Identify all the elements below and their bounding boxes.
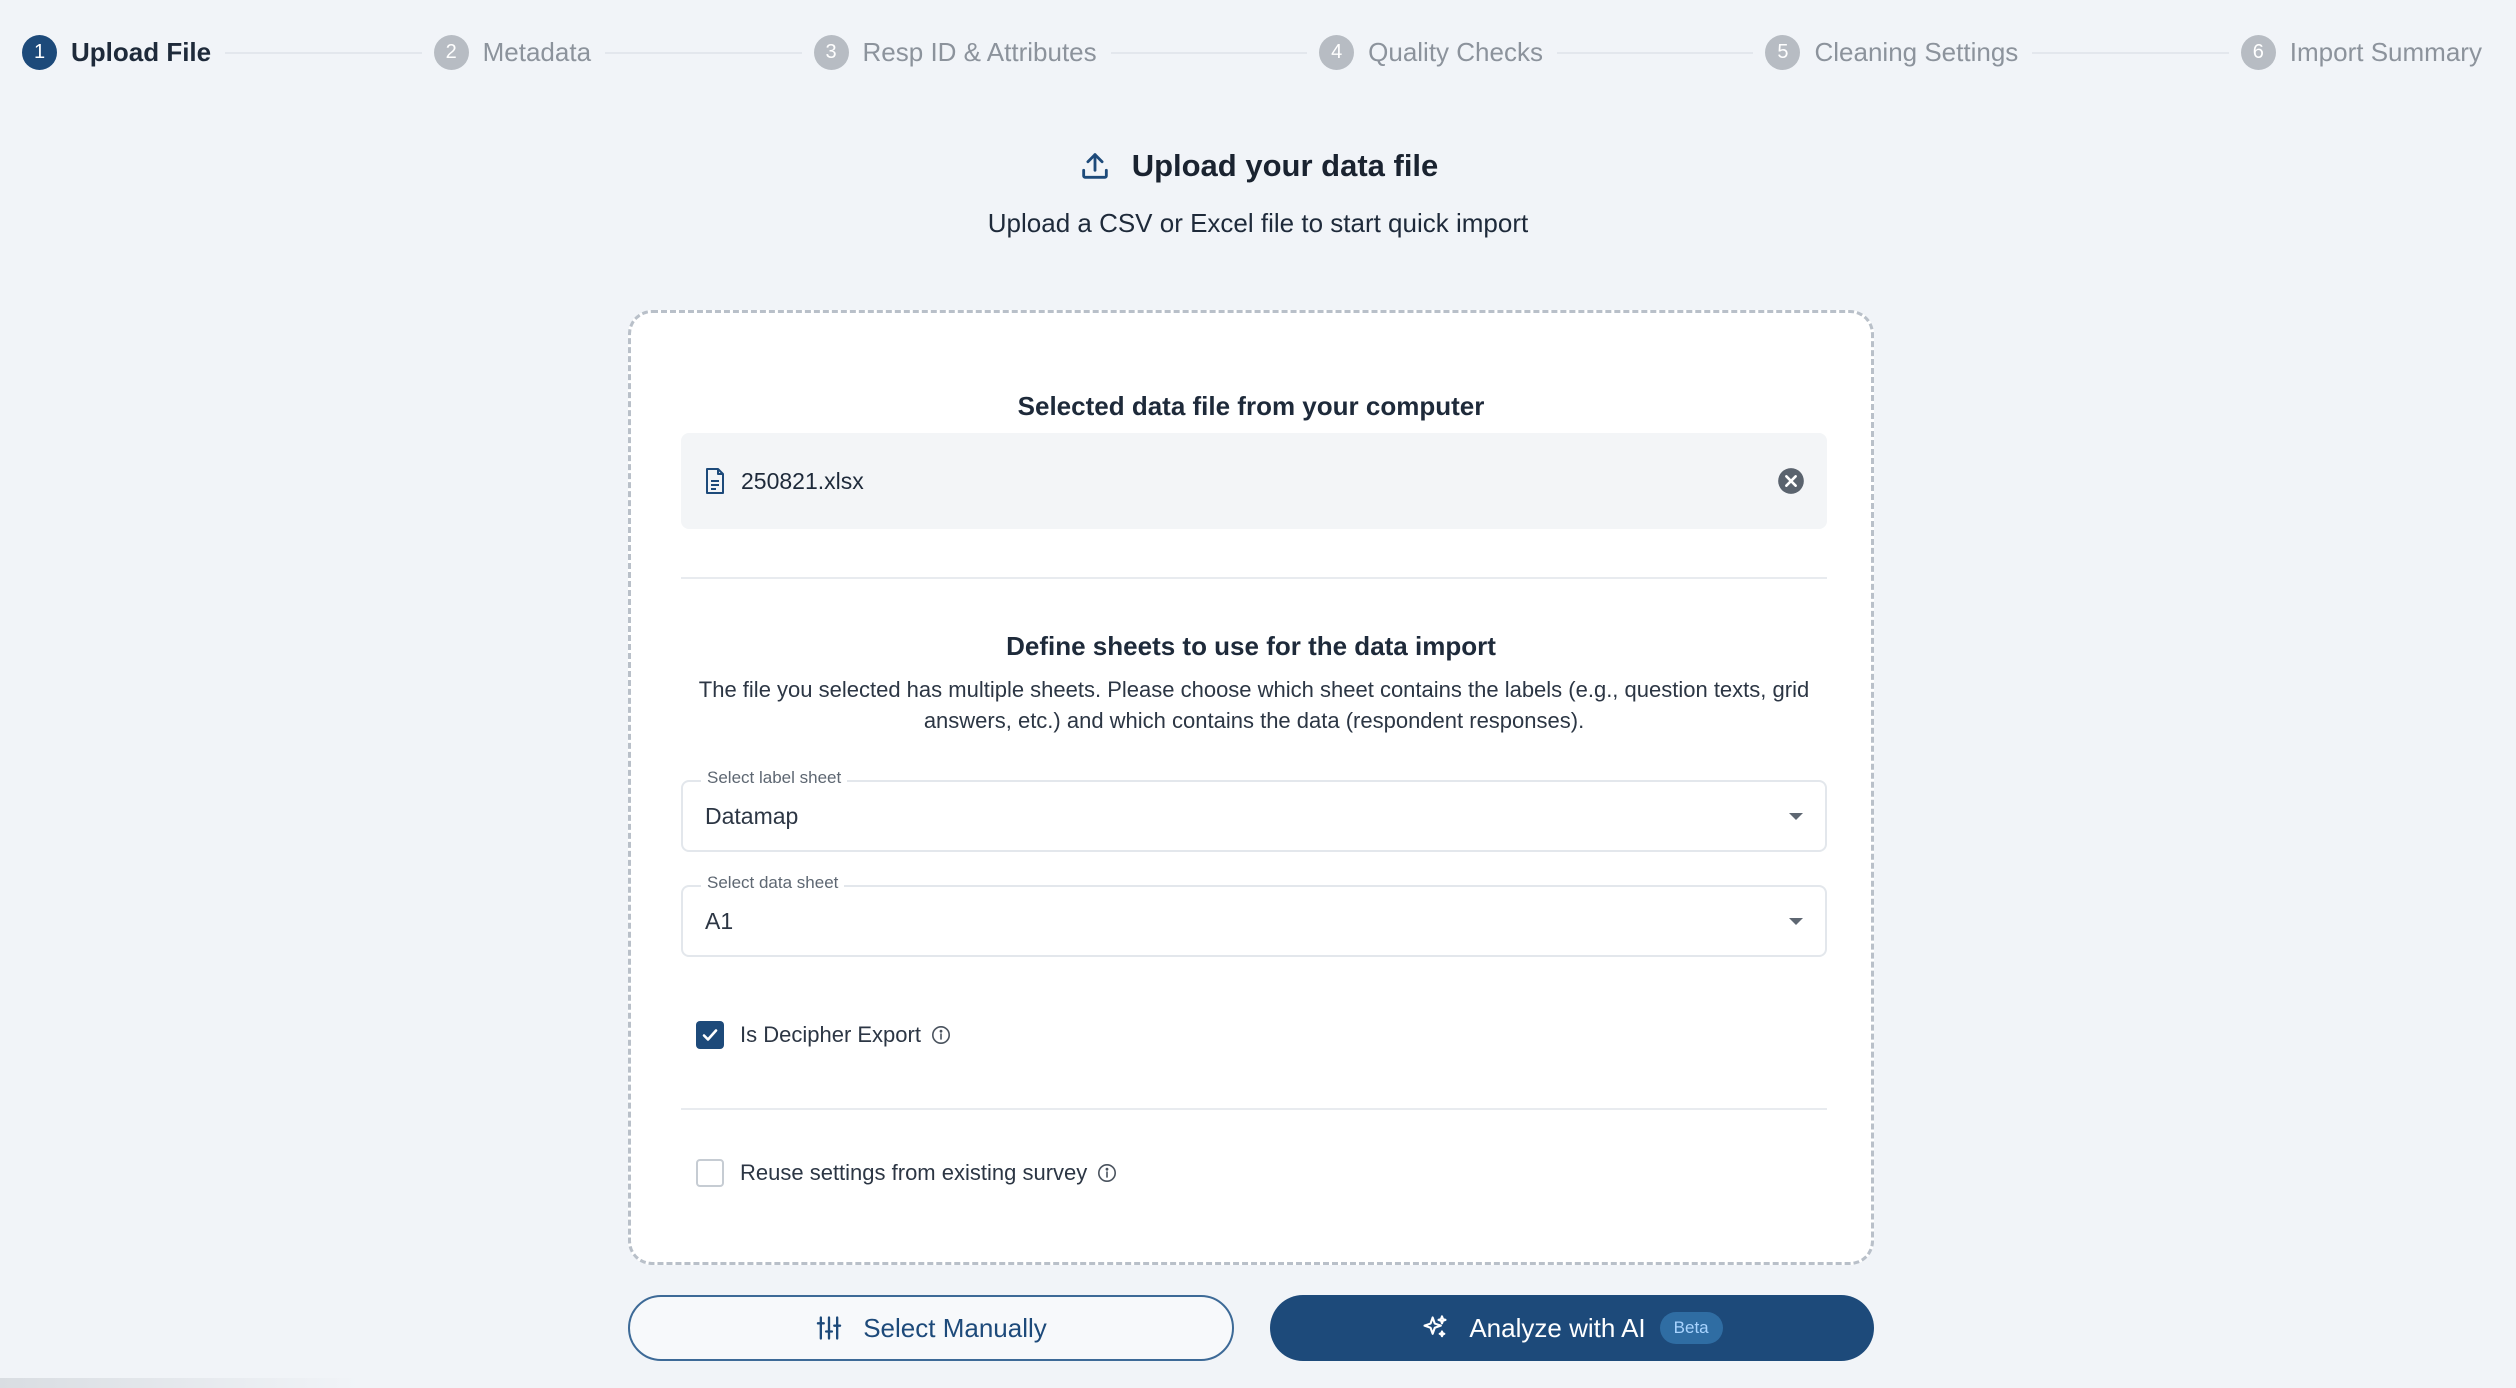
step-label: Metadata xyxy=(482,36,592,67)
selected-file-row: 250821.xlsx xyxy=(681,433,1827,529)
step-number: 1 xyxy=(22,34,57,70)
sliders-icon xyxy=(816,1316,842,1340)
sparkles-icon xyxy=(1423,1315,1447,1338)
file-name: 250821.xlsx xyxy=(741,467,864,494)
selected-file-title: Selected data file from your computer xyxy=(1017,391,1485,421)
step-number: 4 xyxy=(1319,34,1355,70)
analyze-with-ai-button[interactable]: Analyze with AI Beta xyxy=(1270,1295,1874,1361)
section-divider xyxy=(681,1108,1827,1110)
select-manually-label: Select Manually xyxy=(863,1312,1047,1343)
step-cleaning-settings[interactable]: 5 Cleaning Settings xyxy=(1753,34,2033,70)
page-header: Upload your data file xyxy=(0,148,2516,184)
data-sheet-value: A1 xyxy=(705,907,734,934)
define-sheets-description: The file you selected has multiple sheet… xyxy=(698,677,1810,733)
step-label: Upload File xyxy=(71,36,212,67)
data-sheet-field-label: Select data sheet xyxy=(701,873,845,893)
upload-icon xyxy=(1081,153,1108,179)
step-metadata[interactable]: 2 Metadata xyxy=(421,34,606,70)
dropdown-caret-icon xyxy=(1789,917,1803,925)
label-sheet-field-label: Select label sheet xyxy=(701,768,848,788)
select-manually-button[interactable]: Select Manually xyxy=(628,1295,1234,1361)
step-label: Cleaning Settings xyxy=(1814,36,2019,67)
step-label: Resp ID & Attributes xyxy=(862,36,1097,67)
decipher-export-label: Is Decipher Export xyxy=(740,1022,921,1047)
file-icon xyxy=(706,468,724,494)
decipher-export-option: Is Decipher Export xyxy=(696,1021,951,1049)
step-label: Import Summary xyxy=(2289,36,2482,67)
step-number: 3 xyxy=(813,34,849,70)
step-number: 2 xyxy=(433,34,469,70)
analyze-with-ai-label: Analyze with AI xyxy=(1469,1312,1646,1343)
import-stepper: 1 Upload File 2 Metadata 3 Resp ID & Att… xyxy=(22,30,2496,74)
step-resp-id-attributes[interactable]: 3 Resp ID & Attributes xyxy=(801,34,1111,70)
step-upload-file[interactable]: 1 Upload File xyxy=(22,34,226,70)
data-sheet-select[interactable]: Select data sheet A1 xyxy=(681,873,1827,957)
label-sheet-select[interactable]: Select label sheet Datamap xyxy=(681,768,1827,852)
clear-file-icon[interactable] xyxy=(1777,467,1805,495)
label-sheet-value: Datamap xyxy=(705,802,799,829)
step-number: 5 xyxy=(1765,34,1801,70)
page-title: Upload your data file xyxy=(1131,148,1439,183)
reuse-settings-checkbox[interactable] xyxy=(696,1159,724,1187)
checkmark-icon xyxy=(702,1029,718,1041)
info-icon[interactable] xyxy=(1097,1163,1117,1183)
reuse-settings-label: Reuse settings from existing survey xyxy=(740,1160,1088,1185)
step-label: Quality Checks xyxy=(1368,36,1543,67)
page-subtitle: Upload a CSV or Excel file to start quic… xyxy=(987,208,1529,238)
decipher-export-checkbox[interactable] xyxy=(696,1021,724,1049)
beta-badge: Beta xyxy=(1659,1312,1723,1344)
section-divider xyxy=(681,577,1827,579)
reuse-settings-option: Reuse settings from existing survey xyxy=(696,1159,1117,1187)
dropdown-caret-icon xyxy=(1789,812,1803,820)
upload-card: Selected data file from your computer 25… xyxy=(628,310,1874,1265)
step-quality-checks[interactable]: 4 Quality Checks xyxy=(1307,34,1557,70)
define-sheets-title: Define sheets to use for the data import xyxy=(1006,631,1496,661)
step-number: 6 xyxy=(2240,34,2276,70)
step-import-summary[interactable]: 6 Import Summary xyxy=(2228,34,2496,70)
bottom-edge-shadow xyxy=(0,1378,360,1388)
info-icon[interactable] xyxy=(931,1025,951,1045)
